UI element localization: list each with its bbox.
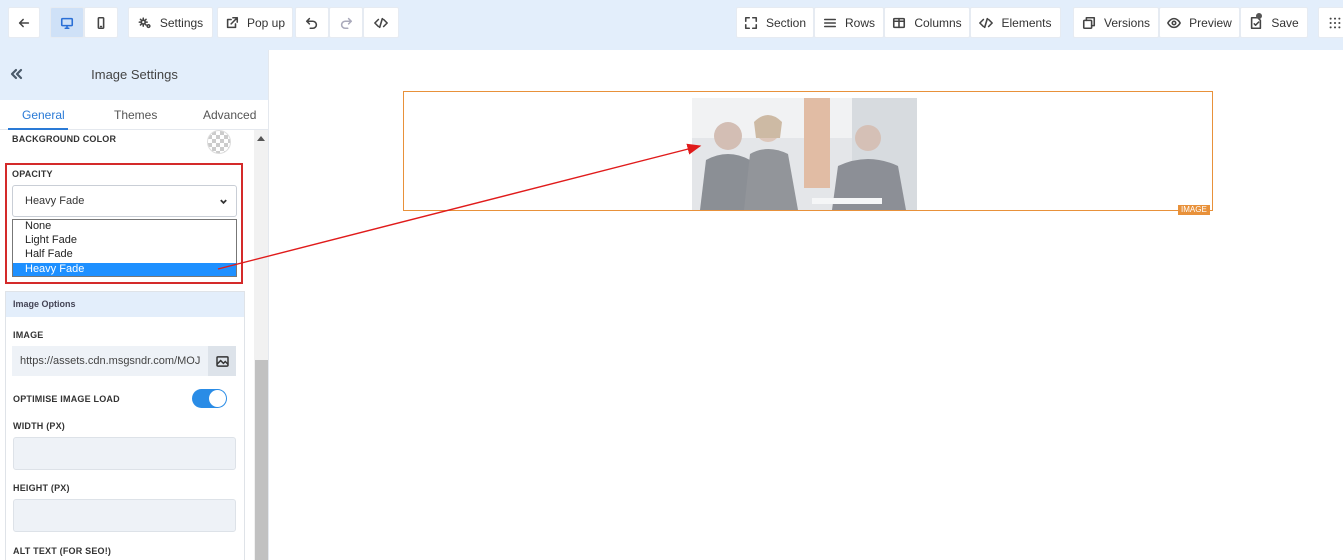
- arrow-left-icon: [18, 18, 30, 27]
- popup-button[interactable]: Pop up: [217, 7, 293, 38]
- popup-label: Pop up: [246, 15, 286, 30]
- code-button[interactable]: [363, 7, 399, 38]
- image-picker-button[interactable]: [208, 346, 236, 376]
- width-input[interactable]: [13, 437, 236, 470]
- versions-label: Versions: [1103, 15, 1151, 30]
- opacity-select[interactable]: Heavy Fade: [12, 185, 237, 217]
- grid-icon: [1329, 17, 1341, 28]
- opacity-option-half-fade[interactable]: Half Fade: [13, 248, 236, 261]
- redo-button[interactable]: [329, 7, 363, 38]
- scroll-thumb[interactable]: [255, 360, 268, 560]
- width-label: WIDTH (PX): [13, 421, 65, 431]
- sidebar-tabs: General Themes Advanced: [0, 100, 268, 130]
- opacity-label: OPACITY: [12, 169, 53, 179]
- sidebar-header: Image Settings: [0, 50, 268, 100]
- settings-label: Settings: [159, 15, 204, 30]
- rows-button[interactable]: Rows: [814, 7, 884, 38]
- save-label: Save: [1271, 15, 1299, 30]
- versions-icon: [1082, 16, 1096, 29]
- rows-icon: [823, 18, 837, 27]
- elements-button[interactable]: Elements: [970, 7, 1061, 38]
- columns-icon: [893, 17, 906, 28]
- gears-icon: [138, 16, 151, 28]
- versions-button[interactable]: Versions: [1073, 7, 1159, 38]
- tab-themes[interactable]: Themes: [114, 108, 157, 122]
- opacity-option-none[interactable]: None: [13, 220, 236, 233]
- tab-general[interactable]: General: [22, 108, 65, 122]
- columns-label: Columns: [914, 15, 962, 30]
- rows-label: Rows: [844, 15, 875, 30]
- section-label: Section: [765, 15, 807, 30]
- opacity-option-light-fade[interactable]: Light Fade: [13, 234, 236, 247]
- image-options-title: Image Options: [6, 292, 244, 317]
- settings-sidebar: Image Settings General Themes Advanced B…: [0, 50, 269, 560]
- background-color-swatch[interactable]: [207, 130, 231, 154]
- image-icon: [215, 355, 229, 367]
- preview-button[interactable]: Preview: [1159, 7, 1240, 38]
- unsaved-dot: [1256, 13, 1262, 19]
- external-link-icon: [226, 16, 239, 28]
- image-url-input[interactable]: https://assets.cdn.msgsndr.com/MOJ: [12, 346, 208, 376]
- scroll-up-arrow[interactable]: [257, 136, 265, 141]
- mobile-icon: [97, 16, 105, 29]
- height-label: HEIGHT (PX): [13, 483, 70, 493]
- undo-icon: [305, 17, 318, 29]
- save-button[interactable]: Save: [1240, 7, 1308, 38]
- desktop-icon: [60, 17, 74, 29]
- undo-button[interactable]: [295, 7, 329, 38]
- elements-label: Elements: [1001, 15, 1052, 30]
- image-element-tag: IMAGE: [1178, 205, 1210, 215]
- settings-button[interactable]: Settings: [128, 7, 213, 38]
- optimise-image-label: OPTIMISE IMAGE LOAD: [13, 394, 120, 404]
- preview-label: Preview: [1189, 15, 1232, 30]
- opacity-selected-value: Heavy Fade: [25, 195, 85, 207]
- desktop-view-button[interactable]: [50, 7, 84, 38]
- apps-menu-button[interactable]: [1318, 7, 1343, 38]
- optimise-image-toggle[interactable]: [192, 389, 227, 408]
- sidebar-scrollbar[interactable]: [254, 130, 268, 560]
- background-color-label: BACKGROUND COLOR: [12, 134, 117, 144]
- opacity-dropdown-list: None Light Fade Half Fade Heavy Fade: [12, 219, 237, 277]
- eye-icon: [1167, 17, 1182, 28]
- toggle-knob: [209, 390, 226, 407]
- back-button[interactable]: [8, 7, 40, 38]
- alt-text-label: ALT TEXT (FOR SEO!): [13, 546, 112, 556]
- expand-icon: [744, 16, 758, 29]
- height-input[interactable]: [13, 499, 236, 532]
- opacity-option-heavy-fade[interactable]: Heavy Fade: [13, 263, 236, 276]
- redo-icon: [340, 17, 353, 29]
- mobile-view-button[interactable]: [84, 7, 118, 38]
- code-icon: [979, 17, 994, 28]
- section-button[interactable]: Section: [736, 7, 814, 38]
- chevron-down-icon: [219, 197, 228, 206]
- business-meeting-photo[interactable]: [692, 98, 917, 210]
- columns-button[interactable]: Columns: [884, 7, 970, 38]
- tab-advanced[interactable]: Advanced: [203, 108, 256, 122]
- code-icon: [374, 17, 388, 28]
- image-label: IMAGE: [13, 330, 44, 340]
- top-toolbar: Settings Pop up Section Rows Columns Ele…: [0, 0, 1343, 50]
- active-tab-indicator: [8, 128, 68, 130]
- sidebar-title: Image Settings: [91, 67, 178, 82]
